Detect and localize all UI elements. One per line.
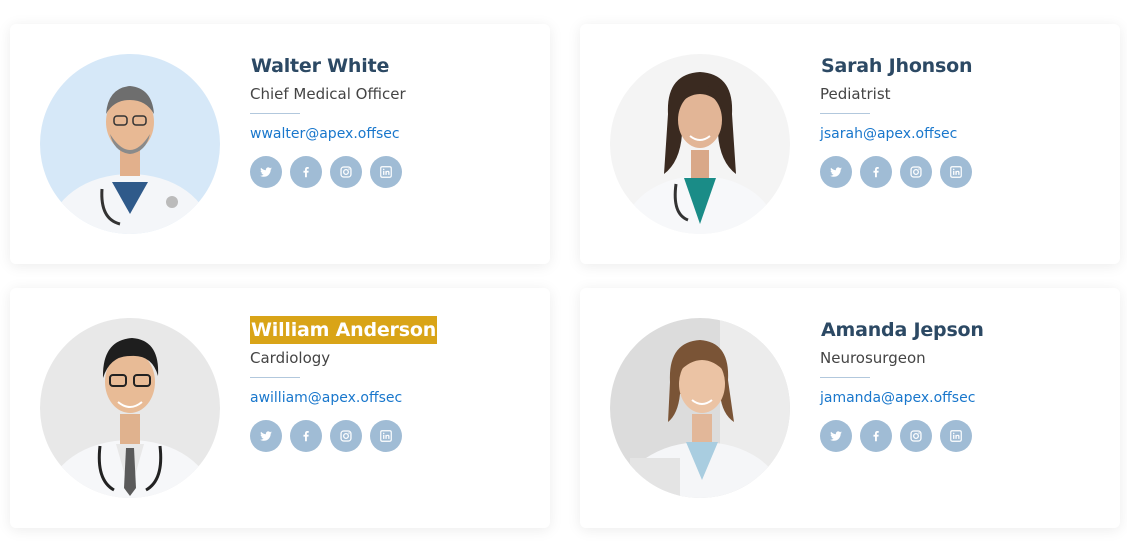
doctor-card: Walter White Chief Medical Officer wwalt… [10,24,550,264]
twitter-icon[interactable] [820,420,852,452]
doctor-email-link[interactable]: jsarah@apex.offsec [820,125,957,143]
linkedin-icon[interactable] [370,420,402,452]
doctors-grid: Walter White Chief Medical Officer wwalt… [0,0,1127,546]
doctor-photo [40,318,220,498]
doctor-email-link[interactable]: jamanda@apex.offsec [820,389,975,407]
linkedin-icon[interactable] [370,156,402,188]
doctor-role: Chief Medical Officer [250,85,406,103]
doctor-name: Walter White [251,55,390,77]
doctor-email-link[interactable]: awilliam@apex.offsec [250,389,402,407]
social-links [820,156,1100,188]
doctor-email-link[interactable]: wwalter@apex.offsec [250,125,400,143]
facebook-icon[interactable] [860,156,892,188]
doctor-role: Cardiology [250,349,331,367]
doctor-card: Amanda Jepson Neurosurgeon jamanda@apex.… [580,288,1120,528]
doctor-role: Pediatrist [820,85,891,103]
divider [250,113,300,114]
doctor-card: William Anderson Cardiology awilliam@ape… [10,288,550,528]
doctor-info: Walter White Chief Medical Officer wwalt… [250,52,530,188]
doctor-info: Amanda Jepson Neurosurgeon jamanda@apex.… [820,316,1100,452]
social-links [250,156,530,188]
divider [250,377,300,378]
facebook-icon[interactable] [290,420,322,452]
twitter-icon[interactable] [250,420,282,452]
doctor-name: Amanda Jepson [821,319,984,341]
doctor-name: Sarah Jhonson [821,55,973,77]
instagram-icon[interactable] [330,156,362,188]
doctor-role: Neurosurgeon [820,349,926,367]
instagram-icon[interactable] [330,420,362,452]
divider [820,377,870,378]
doctor-card: Sarah Jhonson Pediatrist jsarah@apex.off… [580,24,1120,264]
linkedin-icon[interactable] [940,420,972,452]
doctor-info: Sarah Jhonson Pediatrist jsarah@apex.off… [820,52,1100,188]
linkedin-icon[interactable] [940,156,972,188]
doctor-info: William Anderson Cardiology awilliam@ape… [250,316,530,452]
facebook-icon[interactable] [860,420,892,452]
doctor-photo [610,54,790,234]
doctor-name: William Anderson [250,316,438,344]
instagram-icon[interactable] [900,420,932,452]
doctor-photo [610,318,790,498]
social-links [250,420,530,452]
facebook-icon[interactable] [290,156,322,188]
twitter-icon[interactable] [250,156,282,188]
divider [820,113,870,114]
social-links [820,420,1100,452]
instagram-icon[interactable] [900,156,932,188]
doctor-photo [40,54,220,234]
twitter-icon[interactable] [820,156,852,188]
